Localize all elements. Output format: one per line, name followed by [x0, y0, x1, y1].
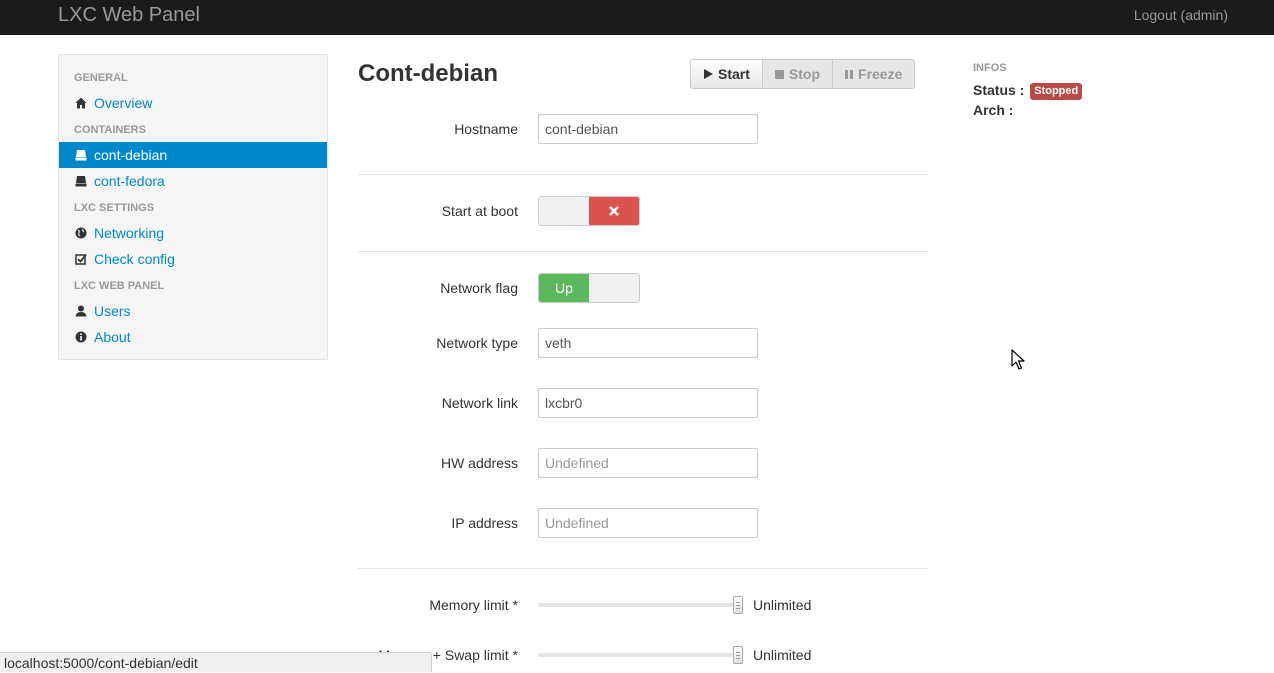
status-label: Status :	[973, 82, 1025, 98]
sidebar-item-label: About	[94, 329, 131, 345]
status-info: Status : Stopped	[973, 81, 1083, 100]
sidebar-item-label: Overview	[94, 95, 153, 111]
close-icon	[589, 197, 639, 225]
nav-header-general: GENERAL	[74, 72, 128, 84]
network-link-label: Network link	[441, 395, 518, 411]
info-icon	[74, 330, 88, 344]
memory-limit-label: Memory limit *	[429, 597, 518, 613]
network-type-input[interactable]	[538, 328, 758, 358]
hostname-input[interactable]	[538, 114, 758, 144]
memory-limit-slider-handle[interactable]	[733, 596, 743, 614]
hw-address-label: HW address	[440, 455, 518, 471]
sidebar-item-label: cont-fedora	[94, 173, 165, 189]
sidebar-item-label: Check config	[94, 251, 175, 267]
network-flag-up: Up	[539, 274, 589, 302]
divider	[358, 251, 928, 252]
sidebar-item-label: Users	[94, 303, 131, 319]
sidebar-item-cont-fedora[interactable]: cont-fedora	[59, 168, 327, 194]
stop-button[interactable]: Stop	[761, 59, 834, 89]
home-icon	[74, 96, 88, 110]
stop-icon	[774, 69, 784, 79]
ip-address-input[interactable]	[538, 508, 758, 538]
start-button[interactable]: Start	[690, 59, 763, 89]
arch-info: Arch :	[973, 101, 1013, 119]
top-navbar: LXC Web Panel Logout (admin)	[0, 0, 1274, 35]
brand-link[interactable]: LXC Web Panel	[58, 3, 200, 27]
memswap-limit-value: Unlimited	[753, 647, 812, 663]
page-title: Cont-debian	[358, 60, 498, 87]
memswap-limit-slider-handle[interactable]	[733, 646, 743, 664]
network-type-label: Network type	[436, 335, 518, 351]
nav-header-containers: CONTAINERS	[74, 124, 146, 136]
browser-status-bar: localhost:5000/cont-debian/edit	[0, 652, 432, 672]
status-badge: Stopped	[1030, 83, 1083, 100]
user-icon	[74, 304, 88, 318]
globe-icon	[74, 226, 88, 240]
network-link-input[interactable]	[538, 388, 758, 418]
sidebar-item-label: Networking	[94, 225, 165, 241]
sidebar-item-networking[interactable]: Networking	[59, 220, 327, 246]
memswap-limit-slider-track[interactable]	[538, 653, 738, 657]
start-at-boot-toggle[interactable]	[538, 196, 640, 226]
sidebar-item-check-config[interactable]: Check config	[59, 246, 327, 272]
nav-header-lxc-settings: LXC SETTINGS	[74, 202, 155, 214]
toggle-blank-half	[589, 274, 639, 302]
toggle-blank-half	[539, 197, 589, 225]
network-flag-label: Network flag	[440, 280, 518, 296]
stop-button-label: Stop	[788, 66, 821, 82]
hdd-icon	[74, 148, 88, 162]
divider	[358, 568, 928, 569]
arch-label: Arch :	[973, 102, 1014, 118]
start-at-boot-label: Start at boot	[441, 203, 518, 219]
sidebar-item-about[interactable]: About	[59, 324, 327, 350]
start-button-label: Start	[718, 66, 750, 82]
memory-limit-value: Unlimited	[753, 597, 812, 613]
sidebar-item-label: cont-debian	[94, 147, 168, 163]
check-icon	[74, 252, 88, 266]
infos-header: INFOS	[973, 62, 1007, 74]
hw-address-input[interactable]	[538, 448, 758, 478]
memory-limit-slider-track[interactable]	[538, 603, 738, 607]
sidebar: GENERAL Overview CONTAINERS cont-debian …	[58, 54, 328, 360]
container-action-buttons: Start Stop Freeze	[690, 59, 916, 89]
logout-link[interactable]: Logout (admin)	[1134, 6, 1228, 24]
mouse-cursor-icon	[1011, 349, 1025, 370]
hostname-label: Hostname	[454, 121, 518, 137]
freeze-button-label: Freeze	[858, 66, 903, 82]
hdd-icon	[74, 174, 88, 188]
pause-icon	[845, 69, 854, 79]
sidebar-item-cont-debian[interactable]: cont-debian	[59, 142, 327, 168]
divider	[358, 174, 928, 175]
network-flag-toggle[interactable]: Up	[538, 273, 640, 303]
play-icon	[703, 69, 713, 79]
freeze-button[interactable]: Freeze	[832, 59, 916, 89]
nav-header-lxc-web-panel: LXC WEB PANEL	[74, 280, 165, 292]
sidebar-item-overview[interactable]: Overview	[59, 90, 327, 116]
ip-address-label: IP address	[451, 515, 518, 531]
sidebar-item-users[interactable]: Users	[59, 298, 327, 324]
